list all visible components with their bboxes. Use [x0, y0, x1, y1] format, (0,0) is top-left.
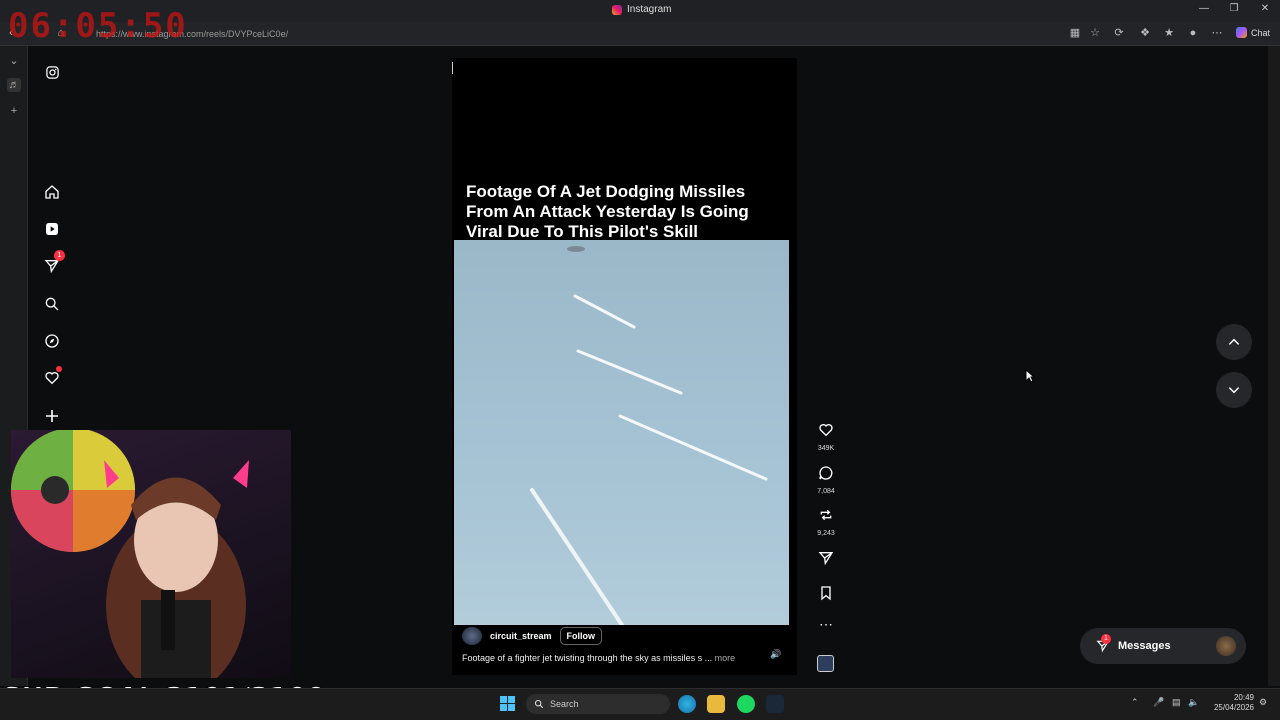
webcam-streamer-graphic: [11, 430, 249, 678]
repost-action[interactable]: 9,243: [812, 507, 840, 537]
window-title: Instagram: [612, 4, 671, 15]
tray-date: 25/04/2026: [1213, 703, 1254, 712]
bookmark-icon: [821, 586, 831, 601]
comment-action[interactable]: 7,084: [812, 465, 840, 495]
reel-video[interactable]: [454, 240, 789, 625]
reel-description: Footage of a fighter jet twisting throug…: [462, 653, 772, 663]
browser-title-bar: Instagram — ❐ ✕: [0, 0, 1280, 22]
chevron-down-icon: [1228, 387, 1240, 394]
address-field[interactable]: https://www.instagram.com/reels/DVYPceLi…: [78, 25, 1078, 43]
favorites-icon[interactable]: ★: [1162, 26, 1176, 40]
volume-icon[interactable]: 🔈: [1188, 697, 1199, 708]
notifications-badge: 1: [54, 250, 65, 261]
chevron-down-icon[interactable]: ⌄: [7, 54, 21, 68]
share-icon: [818, 552, 834, 566]
reel-caption-overlay: Footage Of A Jet Dodging Missiles From A…: [466, 182, 749, 241]
reels-nav-icon[interactable]: [42, 219, 62, 239]
tray-chevron-up-icon[interactable]: ⌃: [1131, 697, 1139, 708]
like-action[interactable]: 349K: [812, 422, 840, 452]
tray-clock[interactable]: 20:49 25/04/2026: [1204, 693, 1254, 713]
spotify-icon[interactable]: [737, 695, 755, 713]
next-reel-button[interactable]: [1216, 372, 1252, 408]
mute-toggle-icon[interactable]: 🔊: [770, 649, 781, 660]
windows-start-icon[interactable]: [500, 696, 515, 711]
text-cursor: [452, 62, 453, 74]
tray-time: 20:49: [1233, 693, 1254, 702]
direct-messages-nav-icon[interactable]: 1: [42, 250, 65, 276]
notifications-heart-icon[interactable]: [42, 366, 62, 388]
repost-count: 9,243: [817, 530, 835, 537]
chevron-up-icon: [1228, 338, 1240, 345]
chat-label: Chat: [1251, 27, 1271, 38]
notification-dot: [56, 366, 62, 372]
author-username[interactable]: circuit_stream: [490, 631, 552, 641]
edge-browser-icon[interactable]: [678, 695, 696, 713]
messages-label: Messages: [1118, 640, 1171, 652]
minimize-icon[interactable]: —: [1196, 3, 1212, 14]
explore-compass-icon[interactable]: [42, 331, 62, 351]
webcam-overlay: [11, 430, 291, 678]
file-explorer-icon[interactable]: [707, 695, 725, 713]
messages-avatar: [1216, 636, 1236, 656]
search-icon[interactable]: [42, 294, 62, 314]
speaker-tab-icon[interactable]: ♬: [7, 78, 21, 92]
profile-icon[interactable]: ●: [1186, 26, 1200, 40]
instagram-favicon-icon: [612, 4, 622, 15]
new-tab-plus-icon[interactable]: +: [7, 104, 21, 118]
heart-icon: [819, 424, 833, 437]
author-avatar[interactable]: [462, 627, 482, 645]
copilot-icon: [1236, 27, 1247, 38]
home-nav-icon[interactable]: [42, 182, 62, 202]
page-scrollbar[interactable]: [1268, 46, 1280, 686]
steam-icon[interactable]: [766, 695, 784, 713]
share-action[interactable]: [812, 550, 840, 571]
refresh-extension-icon[interactable]: ⟳: [1112, 26, 1126, 40]
messages-badge: 1: [1101, 634, 1111, 644]
previous-reel-button[interactable]: [1216, 324, 1252, 360]
comment-count: 7,084: [817, 488, 835, 495]
like-count: 349K: [817, 445, 835, 452]
copilot-chat-button[interactable]: Chat: [1236, 27, 1270, 38]
stream-clock: 06:05:50: [8, 6, 188, 46]
instagram-logo-icon[interactable]: [42, 62, 62, 82]
save-action[interactable]: [812, 585, 840, 606]
address-bar-row: ‹ ⌂ https://www.instagram.com/reels/DVYP…: [0, 22, 1280, 46]
mouse-pointer-icon: [1025, 369, 1035, 383]
microphone-icon[interactable]: 🎤: [1153, 697, 1164, 708]
audio-thumbnail[interactable]: [817, 655, 834, 672]
missile-trails-graphic: [530, 246, 768, 625]
notification-bell-icon[interactable]: ⚙: [1259, 697, 1267, 708]
screen: Instagram — ❐ ✕ ‹ ⌂ https://www.instagra…: [0, 0, 1280, 720]
search-icon: [534, 699, 544, 709]
extensions-icon[interactable]: ❖: [1138, 26, 1152, 40]
app-available-icon[interactable]: ▦: [1068, 26, 1082, 40]
create-plus-icon[interactable]: [42, 406, 62, 426]
reel-description-text: Footage of a fighter jet twisting throug…: [462, 653, 713, 663]
follow-button[interactable]: Follow: [559, 627, 603, 645]
more-menu-icon[interactable]: ⋯: [1210, 26, 1224, 40]
favorite-star-icon[interactable]: ☆: [1088, 26, 1102, 40]
window-title-text: Instagram: [627, 4, 672, 15]
taskbar-search-placeholder: Search: [550, 699, 579, 709]
more-options-icon[interactable]: ⋯: [812, 617, 840, 631]
reel-author-row: circuit_stream Follow: [462, 627, 603, 645]
close-icon[interactable]: ✕: [1257, 3, 1273, 14]
taskbar-search[interactable]: Search: [526, 694, 670, 714]
restore-icon[interactable]: ❐: [1226, 3, 1242, 14]
network-icon[interactable]: ▤: [1172, 697, 1181, 708]
more-link[interactable]: more: [715, 653, 736, 663]
repost-icon: [820, 509, 832, 521]
comment-icon: [819, 466, 833, 480]
